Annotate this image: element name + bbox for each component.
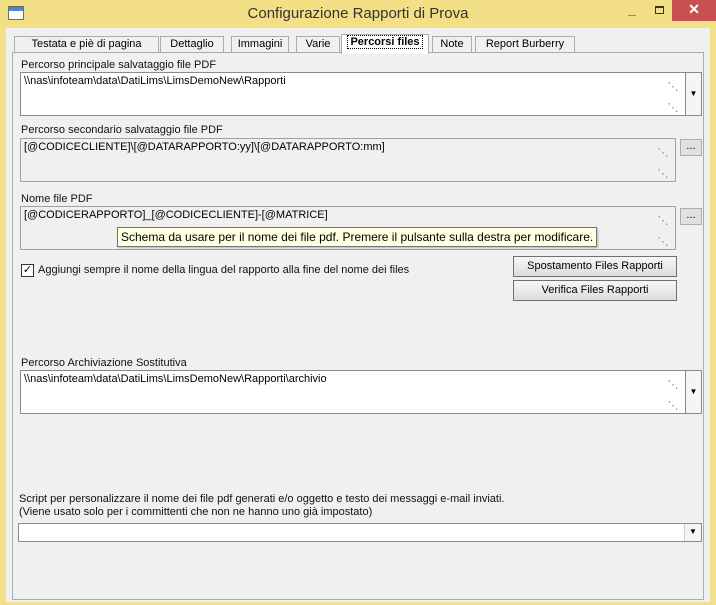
archive-path-dropdown-button[interactable]: ▼ [685, 370, 702, 414]
pdf-name-edit-button[interactable]: ... [680, 208, 702, 225]
pdf-name-label: Nome file PDF [21, 193, 93, 205]
add-language-label: Aggiungi sempre il nome della lingua del… [38, 264, 410, 276]
main-path-input[interactable]: \\nas\infoteam\data\DatiLims\LimsDemoNew… [20, 72, 686, 116]
main-path-label: Percorso principale salvataggio file PDF [21, 59, 217, 71]
secondary-path-label: Percorso secondario salvataggio file PDF [21, 124, 223, 136]
maximize-button[interactable] [645, 0, 673, 21]
archive-path-input[interactable]: \\nas\infoteam\data\DatiLims\LimsDemoNew… [20, 370, 686, 414]
window-title: Configurazione Rapporti di Prova [247, 5, 469, 22]
resize-grip-icon: ⋱ [657, 168, 669, 180]
script-select[interactable] [18, 523, 702, 542]
script-label: Script per personalizzare il nome dei fi… [19, 493, 505, 505]
tab-panel-percorsi-files: Percorso principale salvataggio file PDF… [12, 52, 704, 600]
close-button[interactable]: ✕ [672, 0, 716, 21]
resize-grip-icon: ⋱ [667, 102, 679, 114]
secondary-path-browse-button[interactable]: ... [680, 139, 702, 156]
tab-dettaglio[interactable]: Dettaglio [160, 36, 224, 53]
script-dropdown-button[interactable]: ▼ [684, 524, 701, 541]
archive-path-label: Percorso Archiviazione Sostitutiva [21, 357, 187, 369]
check-report-files-button[interactable]: Verifica Files Rapporti [513, 280, 677, 301]
resize-grip-icon: ⋱ [667, 400, 679, 412]
resize-grip-icon: ⋱ [667, 379, 679, 391]
pdf-name-tooltip: Schema da usare per il nome dei file pdf… [117, 227, 598, 247]
tab-testata[interactable]: Testata e piè di pagina [14, 36, 159, 53]
move-report-files-button[interactable]: Spostamento Files Rapporti [513, 256, 677, 277]
secondary-path-input[interactable]: [@CODICECLIENTE]\[@DATARAPPORTO:yy]\[@DA… [20, 138, 676, 182]
resize-grip-icon: ⋱ [657, 236, 669, 248]
maximize-icon [654, 6, 664, 14]
tab-note[interactable]: Note [432, 36, 472, 53]
resize-grip-icon: ⋱ [667, 81, 679, 93]
tab-report-burberry[interactable]: Report Burberry [475, 36, 575, 53]
tab-percorsi-files[interactable]: Percorsi files [341, 34, 429, 54]
main-path-dropdown-button[interactable]: ▼ [685, 72, 702, 116]
tab-immagini[interactable]: Immagini [231, 36, 289, 53]
add-language-checkbox[interactable]: ✓ [21, 264, 34, 277]
dialog-client-area: Testata e piè di pagina Dettaglio Immagi… [6, 28, 710, 602]
script-note: (Viene usato solo per i committenti che … [19, 506, 373, 518]
title-bar: Configurazione Rapporti di Prova _ ✕ [0, 0, 716, 28]
minimize-button[interactable]: _ [618, 0, 646, 21]
resize-grip-icon: ⋱ [657, 215, 669, 227]
tab-varie[interactable]: Varie [296, 36, 340, 53]
resize-grip-icon: ⋱ [657, 147, 669, 159]
